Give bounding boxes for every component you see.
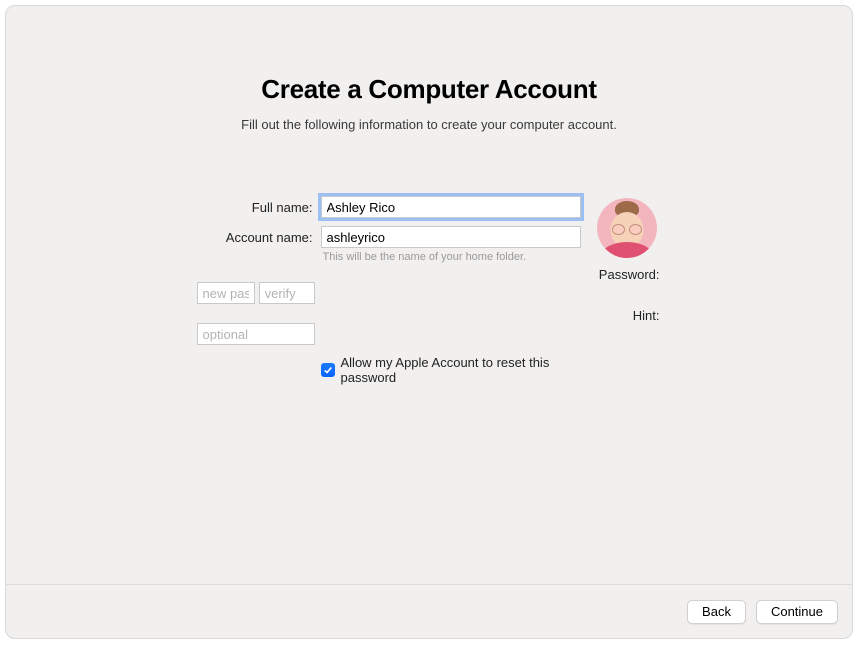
- allow-reset-label: Allow my Apple Account to reset this pas…: [341, 355, 581, 385]
- content-area: Create a Computer Account Fill out the f…: [6, 6, 852, 584]
- account-name-hint: This will be the name of your home folde…: [323, 251, 581, 263]
- form-area: Full name: Account name:: [6, 196, 852, 385]
- full-name-field[interactable]: [321, 196, 581, 218]
- page-subtitle: Fill out the following information to cr…: [6, 117, 852, 132]
- hint-label: Hint:: [587, 304, 662, 323]
- hint-field-col: [197, 323, 315, 345]
- password-verify-field[interactable]: [259, 282, 315, 304]
- memoji-icon: [597, 198, 657, 258]
- setup-window: Create a Computer Account Fill out the f…: [5, 5, 853, 639]
- password-field-col: [197, 282, 315, 304]
- account-name-field[interactable]: [321, 226, 581, 248]
- allow-reset-row: Allow my Apple Account to reset this pas…: [321, 355, 581, 385]
- footer-bar: Back Continue: [6, 584, 852, 638]
- full-name-label: Full name:: [197, 196, 315, 215]
- form-grid: Full name: Account name:: [197, 196, 662, 385]
- hint-field[interactable]: [197, 323, 315, 345]
- page-title: Create a Computer Account: [6, 74, 852, 105]
- account-name-label: Account name:: [197, 226, 315, 245]
- back-button[interactable]: Back: [687, 600, 746, 624]
- password-label: Password:: [587, 263, 662, 282]
- continue-button[interactable]: Continue: [756, 600, 838, 624]
- avatar-icon[interactable]: [597, 198, 657, 258]
- account-name-field-col: This will be the name of your home folde…: [321, 226, 581, 263]
- password-new-field[interactable]: [197, 282, 255, 304]
- full-name-field-col: [321, 196, 581, 218]
- checkmark-icon: [323, 365, 333, 375]
- allow-reset-checkbox[interactable]: [321, 363, 335, 377]
